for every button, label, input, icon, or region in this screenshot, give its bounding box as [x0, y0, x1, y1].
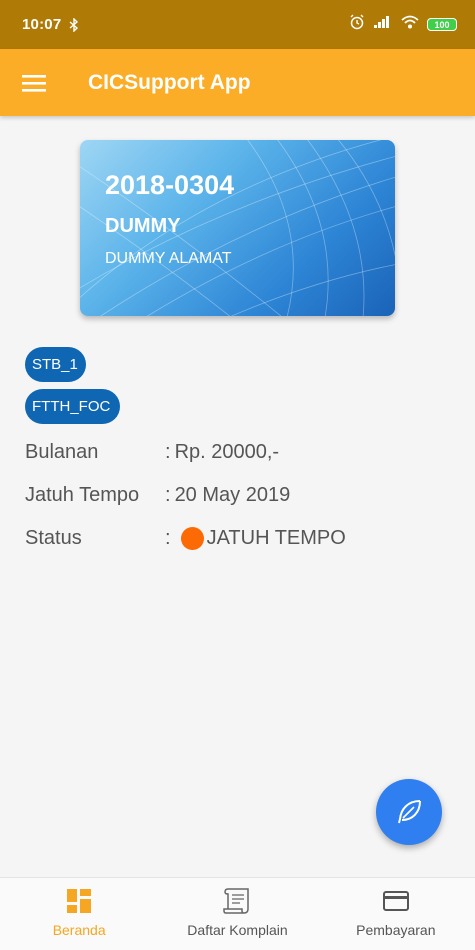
info-colon: :: [165, 441, 171, 463]
alarm-icon: [349, 14, 365, 35]
nav-item-beranda[interactable]: Beranda: [0, 878, 158, 950]
nav-label: Pembayaran: [356, 922, 436, 938]
bottom-nav: Beranda Daftar Komplain Pembayaran: [0, 877, 475, 950]
status-value: JATUH TEMPO: [206, 527, 346, 549]
nav-label: Daftar Komplain: [187, 922, 288, 938]
nav-item-pembayaran[interactable]: Pembayaran: [317, 878, 475, 950]
status-dot-icon: [180, 527, 204, 550]
battery-icon: 100: [427, 18, 457, 31]
status-icons: 100: [349, 14, 457, 35]
app-title: CICSupport App: [88, 70, 251, 94]
dashboard-icon: [67, 887, 92, 915]
info-row-monthly: Bulanan : Rp. 20000,-: [25, 441, 279, 464]
hamburger-icon: [22, 74, 46, 92]
feather-icon: [398, 800, 421, 824]
customer-id: 2018-0304: [105, 170, 235, 200]
screen: 10:07 100 CICSupport App 2018-0304 DUMMY…: [0, 0, 475, 950]
nav-item-daftar-komplain[interactable]: Daftar Komplain: [158, 878, 316, 950]
menu-button[interactable]: [0, 49, 68, 116]
nav-label: Beranda: [52, 922, 106, 938]
bluetooth-icon: [69, 17, 79, 32]
customer-name: DUMMY: [105, 215, 181, 237]
wifi-icon: [401, 15, 419, 34]
signal-icon: [373, 15, 393, 34]
info-value: 20 May 2019: [174, 484, 291, 506]
service-chip: FTTH_FOC: [25, 389, 120, 424]
info-label: Jatuh Tempo: [25, 484, 140, 506]
credit-card-icon: [382, 887, 409, 915]
status-time: 10:07: [22, 16, 62, 33]
app-bar: CICSupport App: [0, 49, 475, 116]
info-row-due-date: Jatuh Tempo : 20 May 2019: [25, 484, 290, 507]
scroll-icon: [222, 887, 252, 915]
info-colon: :: [165, 527, 171, 549]
service-chip: STB_1: [25, 347, 86, 382]
customer-address: DUMMY ALAMAT: [105, 250, 232, 267]
info-row-status: Status : JATUH TEMPO: [25, 527, 346, 550]
info-colon: :: [165, 484, 171, 506]
info-value: Rp. 20000,-: [174, 441, 280, 463]
customer-card[interactable]: 2018-0304 DUMMY DUMMY ALAMAT: [80, 140, 395, 316]
info-label: Status: [25, 527, 82, 549]
status-bar: 10:07 100: [0, 0, 475, 49]
complaint-fab[interactable]: [376, 779, 442, 845]
info-label: Bulanan: [25, 441, 99, 463]
